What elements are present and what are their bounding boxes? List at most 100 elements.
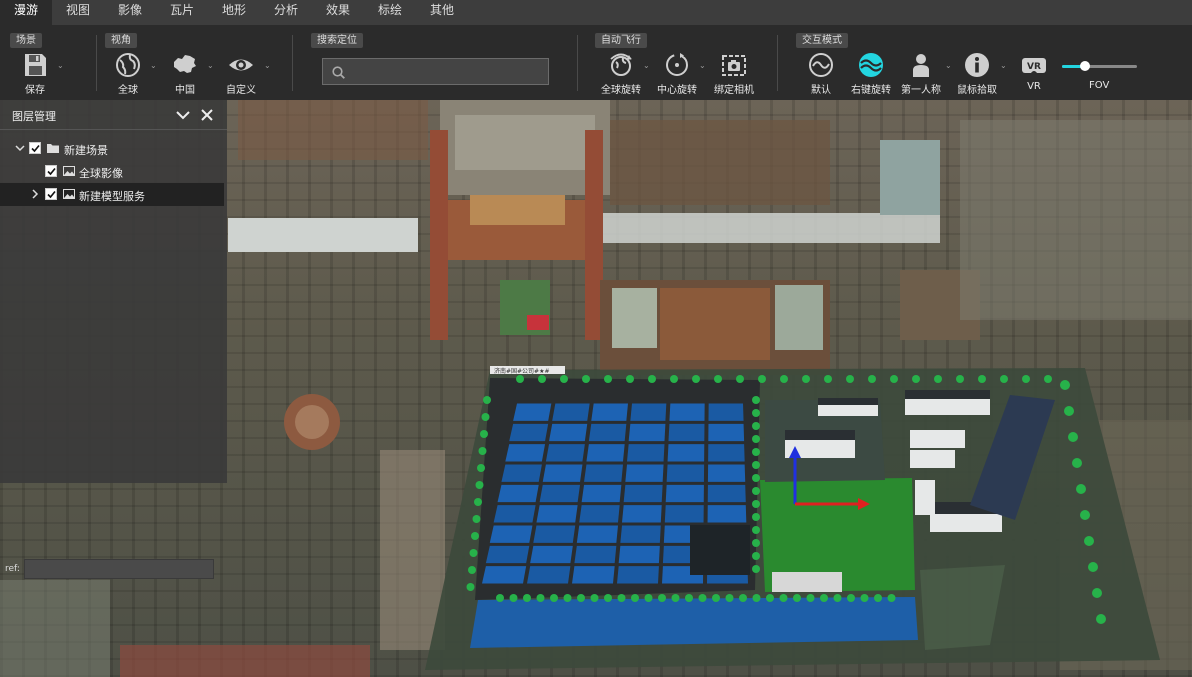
first-person-dropdown-caret[interactable]: ⌄ (945, 61, 952, 70)
factory-building (910, 450, 955, 468)
view-china-label: 中国 (175, 85, 195, 96)
layer-checkbox[interactable] (45, 165, 57, 177)
tree (752, 565, 760, 573)
tree (478, 447, 487, 455)
image-icon (63, 166, 75, 176)
factory-building (915, 480, 935, 515)
tree (466, 583, 475, 591)
tree (590, 594, 599, 602)
expand-chevron-icon[interactable] (14, 141, 26, 155)
layer-checkbox[interactable] (45, 188, 57, 200)
china-dropdown-caret[interactable]: ⌄ (207, 61, 214, 70)
fov-slider-handle[interactable] (1079, 61, 1090, 71)
globe-rotate-label: 全球旋转 (601, 85, 641, 96)
view-globe-button[interactable]: 全球 (103, 51, 153, 96)
tab-roam[interactable]: 漫游 (0, 0, 52, 25)
tree (752, 539, 760, 547)
tree (752, 500, 760, 508)
tree (477, 464, 485, 472)
tree (692, 375, 700, 383)
tree (658, 594, 666, 602)
menu-bar: 漫游 视图 影像 瓦片 地形 分析 效果 标绘 其他 (0, 0, 1192, 25)
expand-chevron-icon[interactable] (29, 187, 41, 201)
tree (469, 549, 478, 557)
factory-building (910, 430, 965, 448)
tab-plotting[interactable]: 标绘 (364, 0, 416, 25)
globe-dropdown-caret[interactable]: ⌄ (150, 61, 157, 70)
layer-tree-node[interactable]: 全球影像 (0, 160, 224, 183)
tab-imagery[interactable]: 影像 (104, 0, 156, 25)
mode-default-button[interactable]: 默认 (796, 51, 846, 96)
mode-mouse-pick-label: 鼠标拾取 (957, 85, 997, 96)
group-separator (292, 35, 293, 91)
svg-text:VR: VR (1027, 62, 1041, 72)
tree (468, 566, 476, 574)
tree (712, 594, 720, 602)
layer-tree-node[interactable]: 新建场景 (0, 137, 224, 160)
mode-vr-button[interactable]: VR VR (1009, 51, 1059, 95)
mode-vr-label: VR (1027, 81, 1041, 92)
tree (752, 594, 761, 602)
tree (758, 375, 766, 383)
tab-view[interactable]: 视图 (52, 0, 104, 25)
layer-checkbox[interactable] (29, 142, 41, 154)
mode-default-label: 默认 (811, 85, 831, 96)
save-dropdown-caret[interactable]: ⌄ (57, 61, 64, 70)
layer-label: 新建模型服务 (79, 190, 145, 203)
save-label: 保存 (25, 85, 45, 96)
mouse-pick-dropdown-caret[interactable]: ⌄ (1000, 61, 1007, 70)
tree (698, 594, 707, 602)
tree (846, 375, 854, 383)
tree (752, 396, 760, 404)
mode-mouse-pick-button[interactable]: 鼠标拾取 (952, 51, 1002, 96)
layer-label: 全球影像 (79, 167, 123, 180)
layer-tree-node[interactable]: 新建模型服务 (0, 183, 224, 206)
tab-other[interactable]: 其他 (416, 0, 468, 25)
custom-dropdown-caret[interactable]: ⌄ (264, 61, 271, 70)
tree (780, 375, 788, 383)
ref-input[interactable] (24, 559, 214, 579)
view-custom-button[interactable]: 自定义 (216, 51, 266, 96)
tree (1068, 432, 1078, 442)
tree (793, 594, 801, 602)
mode-first-person-button[interactable]: 第一人称 (896, 51, 946, 96)
tree (560, 375, 568, 383)
fov-slider[interactable] (1062, 61, 1137, 71)
factory-building (690, 525, 750, 575)
tree (550, 594, 558, 602)
tree (752, 422, 760, 430)
view-china-button[interactable]: 中国 (160, 51, 210, 96)
tab-tiles[interactable]: 瓦片 (156, 0, 208, 25)
save-button[interactable]: 保存 (10, 51, 60, 96)
search-box[interactable] (322, 58, 549, 85)
tree (1076, 484, 1086, 494)
tab-analysis[interactable]: 分析 (260, 0, 312, 25)
bind-camera-button[interactable]: 绑定相机 (709, 51, 759, 96)
center-rotate-dropdown-caret[interactable]: ⌄ (699, 61, 706, 70)
globe-rotate-dropdown-caret[interactable]: ⌄ (643, 61, 650, 70)
center-rotate-button[interactable]: 中心旋转 (652, 51, 702, 96)
tree (538, 375, 546, 383)
tree (1096, 614, 1106, 624)
globe-rotate-button[interactable]: 全球旋转 (596, 51, 646, 96)
folder-icon (47, 144, 59, 153)
tree (752, 513, 760, 521)
tree (1072, 458, 1082, 468)
tree (824, 375, 832, 383)
eye-icon (229, 59, 253, 71)
mode-right-rotate-button[interactable]: 右键旋转 (846, 51, 896, 96)
group-title-search: 搜索定位 (311, 33, 363, 48)
china-map-icon (174, 55, 196, 73)
right-rotate-icon (859, 53, 883, 77)
tree (1044, 375, 1052, 383)
collapse-chevron-icon[interactable] (175, 107, 191, 123)
mode-right-rotate-label: 右键旋转 (851, 85, 891, 96)
tree (563, 594, 572, 602)
tab-terrain[interactable]: 地形 (208, 0, 260, 25)
tree (509, 594, 518, 602)
tree (736, 375, 744, 383)
search-input[interactable] (349, 59, 544, 84)
close-icon[interactable] (199, 107, 215, 123)
tree (648, 375, 656, 383)
tab-effects[interactable]: 效果 (312, 0, 364, 25)
